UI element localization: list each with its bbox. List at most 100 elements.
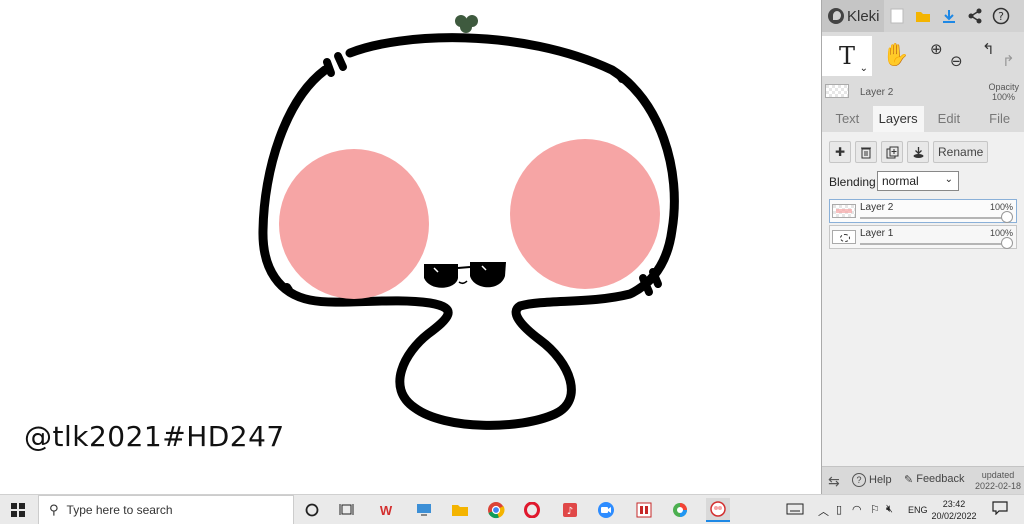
notification-icon[interactable] [992,501,1008,518]
layer-name: Layer 1 [860,228,894,239]
tab-edit[interactable]: Edit [924,106,975,132]
keyboard-icon[interactable] [786,503,804,518]
kleki-logo-icon [828,8,844,24]
help-icon[interactable]: ? [988,3,1014,29]
tool-row: T ⌄ ✋ ⊕ ⊖ ↰ ↱ [822,36,1024,76]
layer-row[interactable]: Layer 2 100% [829,199,1017,223]
layer-opacity-slider[interactable] [860,243,1010,245]
chevron-down-icon[interactable]: ⌄ [860,63,868,74]
language-indicator[interactable]: ENG [908,505,928,515]
computer-app-icon[interactable] [414,500,434,520]
search-icon: ⚲ [49,502,59,517]
app-name: Kleki [847,7,880,25]
opacity-value: 100% [991,92,1015,102]
text-tool-button[interactable]: T ⌄ [822,36,872,76]
taskbar-search[interactable]: ⚲ Type here to search [38,495,294,524]
search-placeholder: Type here to search [66,503,173,517]
sprout-drawing [455,15,478,33]
file-explorer-icon[interactable] [450,500,470,520]
layers-panel: ✚ Rename Blending normal ⌄ Layer 2 100% … [822,132,1024,494]
layer-operations: ✚ Rename [829,141,989,163]
layer-opacity-handle[interactable] [1001,237,1013,249]
undo-icon[interactable]: ↰ [982,40,995,58]
feedback-label: Feedback [916,473,965,485]
trash-icon [861,147,871,158]
updated-info[interactable]: updated 2022-02-18 [975,470,1021,492]
hand-icon[interactable]: ✋ [882,42,909,68]
duplicate-layer-button[interactable] [881,141,903,163]
volume-muted-icon[interactable]: 🔇︎ [886,503,893,516]
help-icon: ? [852,473,866,487]
app-window-icon[interactable] [634,500,654,520]
plus-icon: ✚ [834,145,846,159]
layer-opacity-handle[interactable] [1001,211,1013,223]
add-layer-button[interactable]: ✚ [829,141,851,163]
layer-opacity: 100% [989,202,1013,212]
panel-footer: ⇆ ? Help ✎ Feedback updated 2022-02-18 [822,466,1024,494]
clock-date: 20/02/2022 [931,511,977,521]
chrome-icon[interactable] [486,500,506,520]
feedback-icon: ✎ [904,474,914,486]
task-view-icon[interactable] [337,500,357,520]
redo-icon[interactable]: ↱ [1002,52,1015,70]
windows-taskbar: ⚲ Type here to search W ♪ ︿ ▯ ◠ ⚐ 🔇︎ ENG… [0,494,1024,524]
tab-file[interactable]: File [974,106,1024,132]
svg-text:♪: ♪ [567,506,573,517]
opera-icon[interactable] [522,500,542,520]
start-button[interactable] [0,495,36,524]
battery-icon[interactable]: ▯ [836,503,842,516]
help-button[interactable]: ? Help [852,473,892,487]
kleki-browser-taskbar-icon[interactable] [706,498,730,522]
music-app-icon[interactable]: ♪ [560,500,580,520]
blending-label: Blending [829,175,876,189]
opacity-label: Opacity [988,82,1019,92]
updated-date: 2022-02-18 [974,481,1021,491]
left-cheek [279,149,429,299]
network-icon[interactable]: ⚐ [870,503,880,516]
rename-button[interactable]: Rename [933,141,989,163]
blending-select[interactable]: normal ⌄ [877,171,959,191]
share-icon[interactable] [962,3,988,29]
signature-text: @tlk2021#HD247 [24,420,285,453]
text-tool-glyph: T [838,42,855,70]
kleki-logo[interactable]: Kleki [822,0,884,32]
layer-opacity-slider[interactable] [860,217,1010,219]
windows-icon [11,503,25,517]
new-file-icon[interactable] [884,3,910,29]
folder-icon[interactable] [910,3,936,29]
kleki-app: @tlk2021#HD247 Kleki ? T ⌄ ✋ ⊕ ⊖ ↰ ↱ Lay… [0,0,1024,524]
zoom-out-icon[interactable]: ⊖ [950,52,963,70]
color-app-icon[interactable] [670,500,690,520]
zoom-app-icon[interactable] [596,500,616,520]
system-clock[interactable]: 23:42 20/02/2022 [928,498,980,522]
wifi-icon[interactable]: ◠ [852,503,862,516]
active-layer-name: Layer 2 [860,87,894,98]
tab-layers[interactable]: Layers [872,106,924,132]
cortana-icon[interactable] [302,500,322,520]
feedback-button[interactable]: ✎ Feedback [904,473,965,486]
side-panel: Kleki ? T ⌄ ✋ ⊕ ⊖ ↰ ↱ Layer 2 Opacity 10… [821,0,1024,494]
sunglasses [424,262,506,288]
updated-label: updated [981,470,1015,480]
drawing-canvas[interactable]: @tlk2021#HD247 [0,0,821,494]
layer-opacity: 100% [989,228,1013,238]
merge-down-icon [913,146,923,158]
layer-row[interactable]: Layer 1 100% [829,225,1017,249]
panel-tabs: Text Layers Edit File [822,106,1024,132]
download-icon[interactable] [936,3,962,29]
chevron-up-icon[interactable]: ︿ [818,503,829,519]
swap-side-icon[interactable]: ⇆ [828,473,840,490]
right-cheek [510,139,660,289]
clock-time: 23:42 [942,499,966,509]
layer-name: Layer 2 [860,202,894,213]
duplicate-icon [886,146,898,158]
delete-layer-button[interactable] [855,141,877,163]
chevron-down-icon: ⌄ [944,174,953,185]
layer-thumbnail [832,204,856,218]
tab-text[interactable]: Text [822,106,873,132]
wps-office-icon[interactable]: W [376,500,396,520]
active-layer-thumbnail [825,84,849,98]
svg-text:?: ? [998,10,1004,23]
merge-layer-button[interactable] [907,141,929,163]
zoom-in-icon[interactable]: ⊕ [930,40,943,58]
